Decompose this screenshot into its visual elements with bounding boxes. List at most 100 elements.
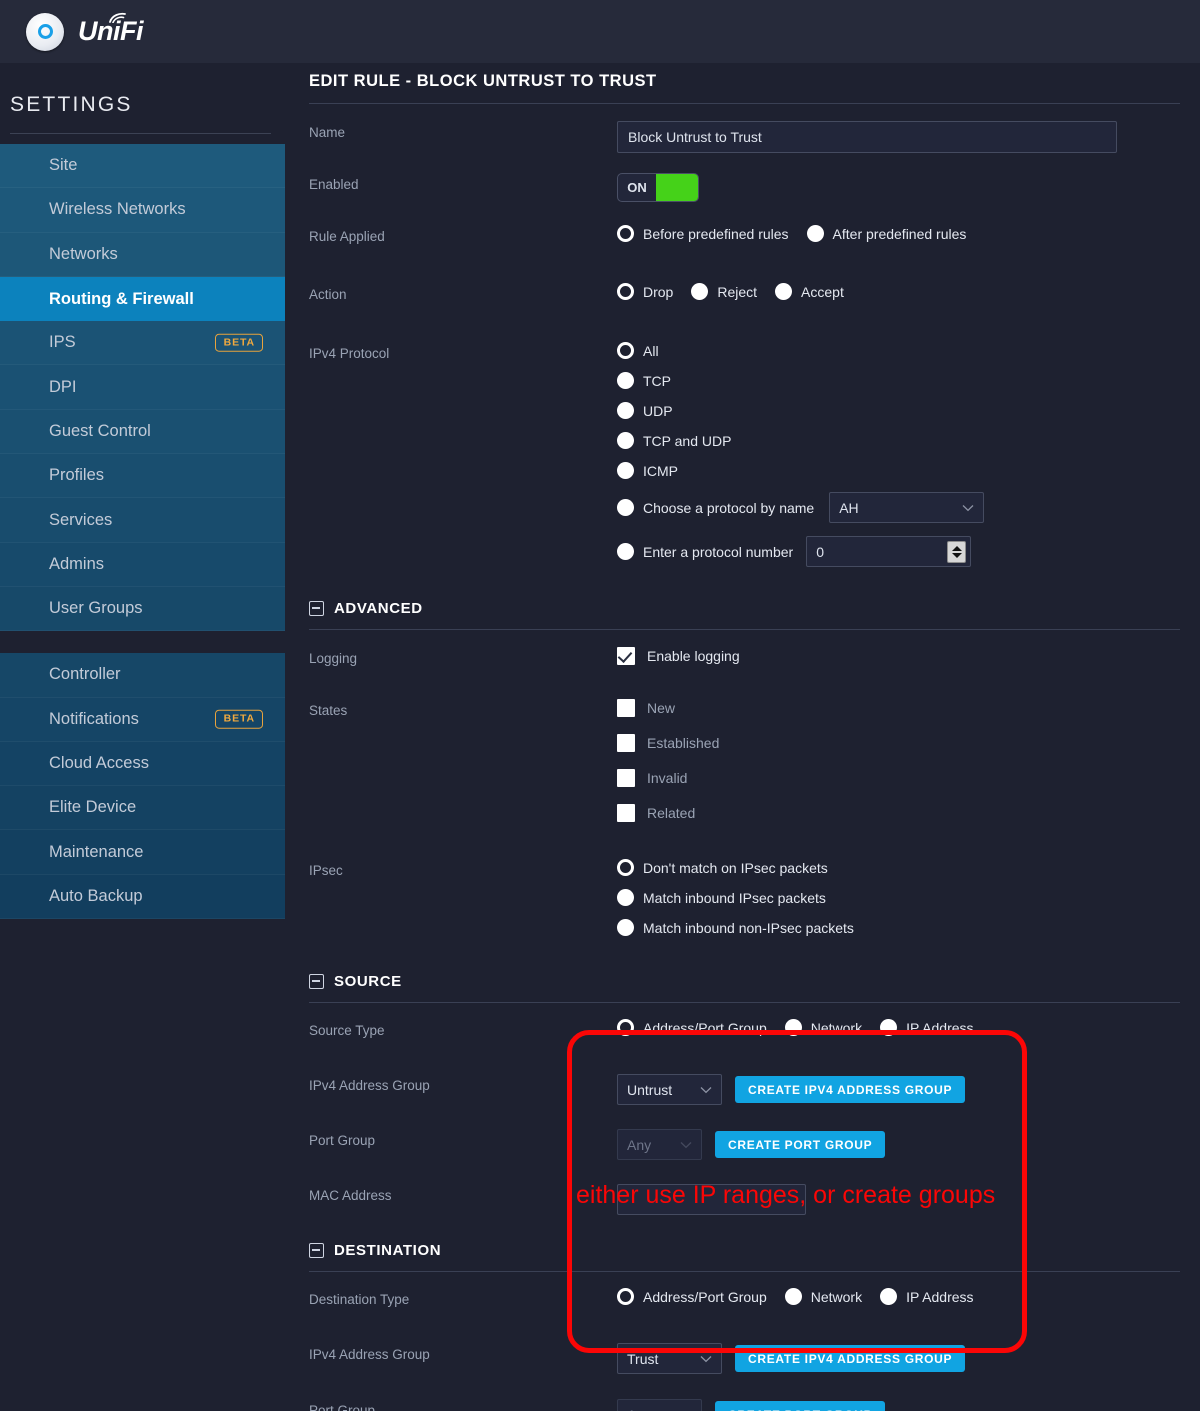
sidebar-item-cloud-access[interactable]: Cloud Access [0, 742, 285, 786]
protocol-name-select[interactable]: AH [829, 492, 984, 523]
ipsec-radio[interactable] [617, 889, 634, 906]
action-radio[interactable] [617, 283, 634, 300]
stepper-up-icon[interactable] [952, 546, 962, 551]
create-ipv4-address-group-button[interactable]: CREATE IPV4 ADDRESS GROUP [735, 1345, 965, 1372]
protocol-option[interactable]: All [617, 342, 1182, 359]
sidebar-item-profiles[interactable]: Profiles [0, 454, 285, 498]
create-port-group-button[interactable]: CREATE PORT GROUP [715, 1401, 885, 1411]
sidebar-item-label: Guest Control [49, 422, 151, 441]
sidebar-item-controller[interactable]: Controller [0, 653, 285, 697]
collapse-minus-icon[interactable] [309, 601, 324, 616]
stepper-arrows[interactable] [947, 541, 966, 563]
ipsec-radio[interactable] [617, 859, 634, 876]
source-type-radio[interactable] [785, 1019, 802, 1036]
state-checkbox[interactable] [617, 699, 635, 717]
destination-section-header[interactable]: DESTINATION [309, 1242, 1200, 1259]
brand-name: UniFi [78, 16, 143, 47]
sidebar-item-notifications[interactable]: NotificationsBETA [0, 698, 285, 742]
destination-port-group-select[interactable]: Any [617, 1399, 702, 1411]
sidebar-item-elite-device[interactable]: Elite Device [0, 786, 285, 830]
state-checkbox[interactable] [617, 769, 635, 787]
destination-addr-group-select[interactable]: Trust [617, 1343, 722, 1374]
sidebar-item-site[interactable]: Site [0, 144, 285, 188]
destination-type-radio[interactable] [785, 1288, 802, 1305]
action-radio[interactable] [691, 283, 708, 300]
rule-applied-radio-group: Before predefined rules After predefined … [617, 225, 1200, 242]
sidebar-item-ips[interactable]: IPSBETA [0, 321, 285, 365]
destination-type-radio[interactable] [617, 1288, 634, 1305]
destination-type-radio[interactable] [880, 1288, 897, 1305]
state-label: Invalid [647, 770, 687, 786]
ipsec-option[interactable]: Don't match on IPsec packets [617, 859, 1182, 876]
protocol-number-stepper[interactable]: 0 [806, 536, 971, 567]
protocol-option[interactable]: UDP [617, 402, 1182, 419]
action-radio[interactable] [775, 283, 792, 300]
advanced-section-header[interactable]: ADVANCED [309, 600, 1200, 617]
ipsec-radio[interactable] [617, 919, 634, 936]
state-checkbox[interactable] [617, 734, 635, 752]
destination-type-option[interactable]: Network [785, 1288, 862, 1305]
protocol-number-option[interactable]: Enter a protocol number 0 [617, 536, 1182, 567]
sidebar-item-guest-control[interactable]: Guest Control [0, 410, 285, 454]
ipsec-option[interactable]: Match inbound IPsec packets [617, 889, 1182, 906]
action-option[interactable]: Reject [691, 283, 757, 300]
protocol-option[interactable]: ICMP [617, 462, 1182, 479]
sidebar-item-networks[interactable]: Networks [0, 233, 285, 277]
source-section-header[interactable]: SOURCE [309, 973, 1200, 990]
source-type-option[interactable]: IP Address [880, 1019, 973, 1036]
source-port-group-select[interactable]: Any [617, 1129, 702, 1160]
rule-applied-radio[interactable] [807, 225, 824, 242]
protocol-number-radio[interactable] [617, 543, 634, 560]
collapse-minus-icon[interactable] [309, 974, 324, 989]
destination-type-option[interactable]: Address/Port Group [617, 1288, 767, 1305]
source-type-option[interactable]: Address/Port Group [617, 1019, 767, 1036]
source-type-option[interactable]: Network [785, 1019, 862, 1036]
source-type-radio[interactable] [617, 1019, 634, 1036]
sidebar-item-dpi[interactable]: DPI [0, 365, 285, 409]
protocol-radio[interactable] [617, 372, 634, 389]
create-ipv4-address-group-button[interactable]: CREATE IPV4 ADDRESS GROUP [735, 1076, 965, 1103]
protocol-radio[interactable] [617, 402, 634, 419]
protocol-by-name-option[interactable]: Choose a protocol by name AH [617, 492, 1182, 523]
state-option[interactable]: Invalid [617, 769, 1182, 787]
sidebar-item-routing-firewall[interactable]: Routing & Firewall [0, 277, 285, 321]
protocol-radio[interactable] [617, 432, 634, 449]
sidebar-item-user-groups[interactable]: User Groups [0, 587, 285, 631]
protocol-radio[interactable] [617, 342, 634, 359]
destination-type-option[interactable]: IP Address [880, 1288, 973, 1305]
state-option[interactable]: Established [617, 734, 1182, 752]
enabled-toggle[interactable]: ON [617, 173, 699, 202]
sidebar-item-label: DPI [49, 378, 77, 397]
state-option[interactable]: New [617, 699, 1182, 717]
chevron-down-icon [962, 504, 974, 512]
rule-applied-option[interactable]: Before predefined rules [617, 225, 789, 242]
source-type-radio[interactable] [880, 1019, 897, 1036]
collapse-minus-icon[interactable] [309, 1243, 324, 1258]
sidebar-item-services[interactable]: Services [0, 498, 285, 542]
sidebar-item-auto-backup[interactable]: Auto Backup [0, 875, 285, 919]
protocol-radio[interactable] [617, 462, 634, 479]
stepper-down-icon[interactable] [952, 553, 962, 558]
rule-applied-radio[interactable] [617, 225, 634, 242]
enable-logging-checkbox[interactable] [617, 647, 635, 665]
state-checkbox[interactable] [617, 804, 635, 822]
chevron-down-icon [700, 1355, 712, 1363]
sidebar-item-wireless-networks[interactable]: Wireless Networks [0, 188, 285, 232]
row-logging: Logging Enable logging [309, 647, 1200, 677]
action-option[interactable]: Drop [617, 283, 673, 300]
enable-logging-option[interactable]: Enable logging [617, 647, 1182, 665]
sidebar-item-admins[interactable]: Admins [0, 543, 285, 587]
rule-name-input[interactable] [617, 121, 1117, 153]
state-option[interactable]: Related [617, 804, 1182, 822]
sidebar-item-maintenance[interactable]: Maintenance [0, 830, 285, 874]
action-option[interactable]: Accept [775, 283, 844, 300]
rule-applied-option[interactable]: After predefined rules [807, 225, 967, 242]
source-addr-group-select[interactable]: Untrust [617, 1074, 722, 1105]
create-port-group-button[interactable]: CREATE PORT GROUP [715, 1131, 885, 1158]
protocol-option[interactable]: TCP [617, 372, 1182, 389]
protocol-by-name-radio[interactable] [617, 499, 634, 516]
ipsec-option[interactable]: Match inbound non-IPsec packets [617, 919, 1182, 936]
ipsec-label: Don't match on IPsec packets [643, 860, 828, 876]
protocol-option[interactable]: TCP and UDP [617, 432, 1182, 449]
protocol-label: All [643, 343, 659, 359]
